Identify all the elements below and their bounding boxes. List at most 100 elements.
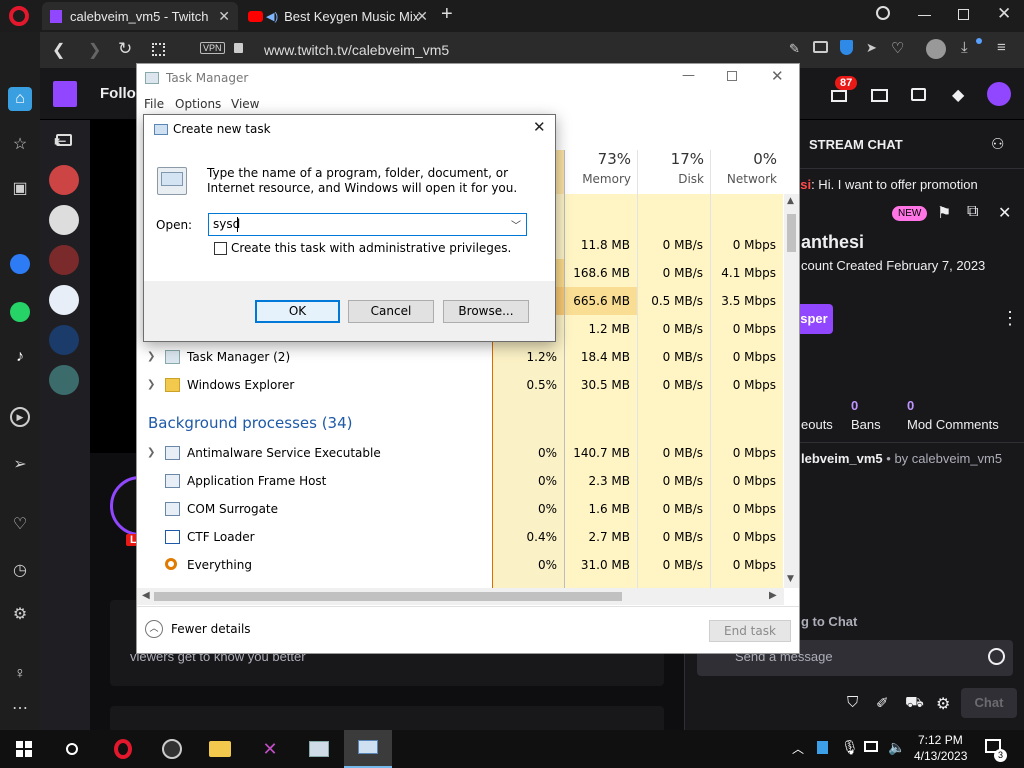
community-icon[interactable]: ⚇ [991,135,1004,153]
camera-icon[interactable] [813,41,828,53]
file-explorer-icon[interactable] [205,734,235,764]
h-scrollbar-thumb[interactable] [154,592,622,601]
close-tab-icon[interactable]: ✕ [218,8,230,25]
menu-file[interactable]: File [144,97,164,111]
shield-icon[interactable] [840,40,853,55]
settings-icon[interactable]: ⚙ [8,602,32,626]
more-options-icon[interactable]: ⋮ [1001,308,1019,329]
vpn-badge[interactable]: VPN [200,42,225,54]
messenger-icon[interactable] [10,254,30,274]
minimize-icon[interactable]: — [682,68,695,83]
process-row[interactable]: COM Surrogate 0% 1.6 MB 0 MB/s 0 Mbps [137,495,782,523]
download-icon[interactable]: ⤓ [961,39,968,56]
process-row[interactable]: ❯ Antimalware Service Executable 0% 140.… [137,439,782,467]
expand-chevron-icon[interactable]: ❯ [147,343,155,371]
scroll-up-icon[interactable]: ▲ [787,196,794,206]
channel-avatar[interactable] [49,245,79,275]
menu-options[interactable]: Options [175,97,221,111]
menu-view[interactable]: View [231,97,259,111]
shopping-icon[interactable]: ▣ [8,176,32,200]
horizontal-scrollbar[interactable]: ◀ ▶ [137,588,784,605]
inbox-icon[interactable] [831,90,847,102]
reload-icon[interactable]: ↻ [118,39,132,59]
search-icon[interactable] [57,734,87,764]
restore-icon[interactable] [958,9,969,20]
easy-setup-icon[interactable]: ≡ [997,39,1006,56]
chat-settings-icon[interactable]: ⚙ [936,694,950,714]
opera-taskbar-icon[interactable] [108,734,138,764]
lightbulb-icon[interactable]: ♀ [8,662,32,686]
cart-icon[interactable]: ⛟ [905,694,924,713]
process-row[interactable]: CTF Loader 0.4% 2.7 MB 0 MB/s 0 Mbps [137,523,782,551]
cancel-button[interactable]: Cancel [348,300,434,323]
task-manager-taskbar-icon[interactable] [304,734,334,764]
send-icon[interactable]: ➢ [8,452,32,476]
tab-twitch[interactable]: calebveim_vm5 - Twitch ✕ [42,2,238,30]
disk-column-header[interactable]: 17% Disk [638,150,704,194]
dialog-close-icon[interactable]: ✕ [533,118,546,136]
clock-date[interactable]: 4/13/2023 [914,749,967,763]
end-task-button[interactable]: End task [709,620,791,642]
heart-icon[interactable]: ♡ [891,39,904,57]
memory-column-header[interactable]: 73% Memory [565,150,631,194]
home-icon[interactable]: ⌂ [8,87,32,111]
twitch-logo-icon[interactable] [53,81,77,107]
chat-button[interactable]: Chat [961,688,1017,718]
mail-icon[interactable] [871,89,888,102]
process-row[interactable]: Application Frame Host 0% 2.3 MB 0 MB/s … [137,467,782,495]
channel-avatar[interactable] [49,205,79,235]
whisper-icon[interactable] [911,88,926,101]
close-card-icon[interactable]: ✕ [998,203,1011,223]
channel-avatar[interactable] [49,165,79,195]
scroll-down-icon[interactable]: ▼ [787,574,794,584]
whisper-button[interactable]: sper [795,304,833,334]
dropdown-chevron-icon[interactable]: ﹀ [511,217,521,232]
active-app-highlight[interactable] [344,730,392,768]
scrollbar-thumb[interactable] [787,214,796,252]
forward-icon[interactable]: ❯ [88,40,101,60]
tab-grid-icon[interactable] [152,43,165,56]
search-tabs-icon[interactable] [876,6,890,20]
process-row[interactable]: Everything 0% 31.0 MB 0 MB/s 0 Mbps [137,551,782,579]
prime-gem-icon[interactable]: ◆ [952,85,964,105]
volume-icon[interactable]: 🔈 [888,739,905,756]
expand-chevron-icon[interactable]: ❯ [147,439,155,467]
open-combobox[interactable]: sysd ﹀ [208,213,527,236]
flag-icon[interactable]: ⚑ [937,203,951,223]
popout-icon[interactable]: ⧉ [967,203,978,221]
media-player-icon[interactable] [157,734,187,764]
profile-icon[interactable] [926,39,946,59]
microphone-icon[interactable]: 🎙 [841,739,859,756]
clock-time[interactable]: 7:12 PM [918,733,963,747]
history-icon[interactable]: ◷ [8,558,32,582]
edit-icon[interactable]: ✎ [789,41,800,57]
camera-icon[interactable] [56,134,72,146]
channel-avatar[interactable] [49,285,79,315]
close-tab-icon[interactable]: ✕ [416,8,428,25]
new-tab-button[interactable]: + [441,3,453,26]
close-icon[interactable]: ✕ [771,67,784,85]
maximize-icon[interactable] [727,71,737,81]
scroll-right-icon[interactable]: ▶ [769,590,777,601]
player-icon[interactable]: ▶ [10,407,30,427]
opera-logo-icon[interactable] [9,6,29,26]
vertical-scrollbar[interactable]: ▲ ▼ [784,194,799,588]
keygen-app-icon[interactable]: ✕ [255,734,285,764]
tab-keygen[interactable]: ◀) Best Keygen Music Mix ✕ [240,2,436,30]
channel-avatar[interactable] [49,365,79,395]
windows-start-icon[interactable] [9,734,39,764]
user-avatar-icon[interactable] [987,82,1011,106]
admin-checkbox[interactable] [214,242,227,255]
heart-icon[interactable]: ♡ [8,512,32,536]
url-field[interactable]: www.twitch.tv/calebveim_vm5 [264,42,449,58]
minimize-icon[interactable] [918,15,931,16]
scroll-left-icon[interactable]: ◀ [142,590,150,601]
expand-chevron-icon[interactable]: ❯ [147,371,155,399]
send-icon[interactable]: ➤ [866,40,877,56]
close-window-icon[interactable]: ✕ [997,4,1011,24]
network-column-header[interactable]: 0% Network [711,150,777,194]
tray-app-icon[interactable] [817,741,828,754]
process-row[interactable]: ❯ Windows Explorer 0.5% 30.5 MB 0 MB/s 0… [137,371,782,399]
mod-tools-icon[interactable]: ✐ [876,694,889,712]
show-hidden-icons[interactable]: ︿ [792,740,804,757]
